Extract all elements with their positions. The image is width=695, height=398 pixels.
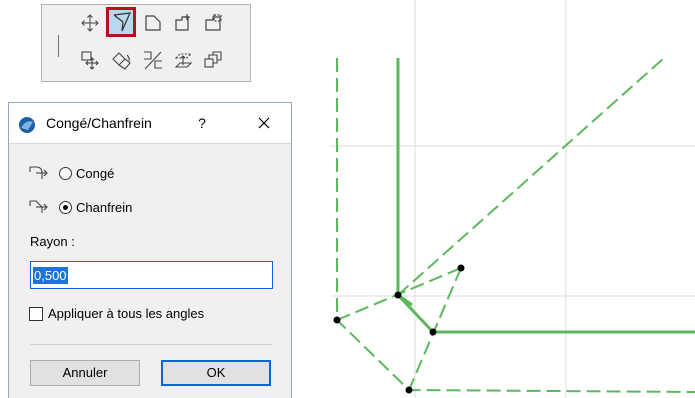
grid-lines xyxy=(330,0,695,398)
vertex-point xyxy=(457,264,465,272)
elevate-icon[interactable] xyxy=(168,45,198,75)
ok-button[interactable]: OK xyxy=(161,360,271,386)
fillet-icon xyxy=(29,166,48,179)
radius-label: Rayon : xyxy=(30,234,75,249)
fillet-chamfer-icon[interactable] xyxy=(106,7,136,37)
fillet-label: Congé xyxy=(76,165,115,181)
apply-all-label: Appliquer à tous les angles xyxy=(48,306,205,321)
add-corner-icon[interactable] xyxy=(168,8,198,38)
dialog-body: Congé Chanfrein Rayon : 0,500 Appliquer … xyxy=(9,143,291,398)
original-outline xyxy=(396,58,695,334)
split-icon[interactable] xyxy=(138,45,168,75)
dialog-title: Congé/Chanfrein xyxy=(46,115,152,131)
fillet-chamfer-dialog: Congé/Chanfrein ? Congé Chanfrein Rayon … xyxy=(8,102,292,398)
edit-toolbar xyxy=(41,4,251,82)
chamfer-radio[interactable] xyxy=(59,200,72,214)
chamfer-label: Chanfrein xyxy=(76,199,133,215)
apply-all-corners[interactable]: Appliquer à tous les angles xyxy=(29,306,204,321)
subtract-icon[interactable] xyxy=(198,8,228,38)
archicad-logo-icon xyxy=(18,116,36,139)
vertex-point xyxy=(405,386,413,394)
move-icon[interactable] xyxy=(75,8,105,38)
radius-input[interactable]: 0,500 xyxy=(30,261,273,289)
help-button[interactable]: ? xyxy=(192,113,212,133)
chamfer-icon xyxy=(29,200,48,213)
cancel-button[interactable]: Annuler xyxy=(30,360,140,386)
multiply-icon[interactable] xyxy=(198,45,228,75)
close-button[interactable] xyxy=(252,111,276,135)
vertex-point xyxy=(429,328,437,336)
edge-offset-icon[interactable] xyxy=(138,8,168,38)
dashed-outline xyxy=(336,57,695,393)
rotate-icon[interactable] xyxy=(106,45,136,75)
divider xyxy=(30,344,272,345)
move-copy-icon[interactable] xyxy=(75,45,105,75)
apply-all-checkbox[interactable] xyxy=(29,306,43,321)
toolbar-grip[interactable] xyxy=(58,35,59,57)
close-icon xyxy=(258,117,270,129)
vertex-point xyxy=(333,316,341,324)
option-fillet[interactable]: Congé xyxy=(27,162,114,184)
radius-value: 0,500 xyxy=(33,267,68,284)
dialog-titlebar[interactable]: Congé/Chanfrein ? xyxy=(9,103,291,143)
drawing-canvas[interactable] xyxy=(300,0,695,398)
option-chamfer[interactable]: Chanfrein xyxy=(27,196,132,218)
fillet-radio[interactable] xyxy=(59,166,72,180)
vertex-point xyxy=(394,291,402,299)
